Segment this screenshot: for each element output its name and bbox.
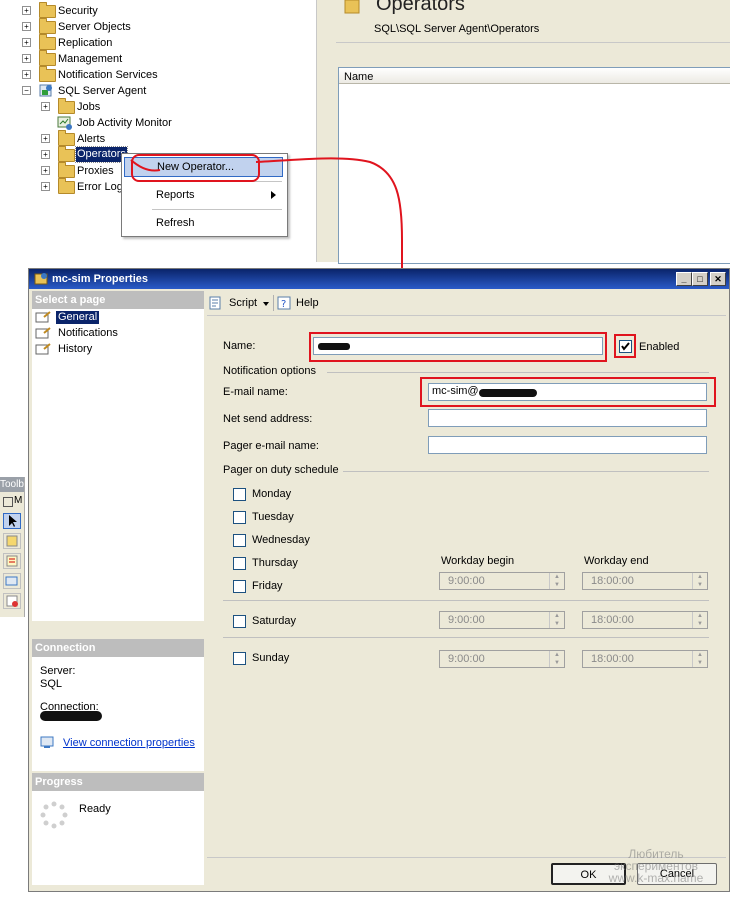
email-label: E-mail name: <box>223 386 288 398</box>
tool-item-icon[interactable] <box>3 573 21 589</box>
dialog-title: mc-sim Properties <box>52 273 148 285</box>
toolbox-panel: Toolb M <box>0 477 25 617</box>
spinner-arrows-icon: ▲ ▼ <box>549 573 564 589</box>
notification-options-label: Notification options <box>223 365 316 377</box>
saturday-divider <box>223 600 709 601</box>
toolbox-tab-label: M <box>14 495 23 506</box>
net-send-input[interactable] <box>428 409 707 427</box>
progress-header: Progress <box>32 773 204 791</box>
sunday-checkbox[interactable] <box>233 652 246 665</box>
page-label: General <box>56 311 100 324</box>
notification-options-rule <box>327 372 709 373</box>
friday-checkbox[interactable] <box>233 580 246 593</box>
spinner-arrows-icon: ▲ ▼ <box>692 612 707 628</box>
page-icon <box>35 311 51 324</box>
workday-begin-label: Workday begin <box>441 555 515 567</box>
toolbar-separator <box>273 295 274 311</box>
sunday-divider <box>223 637 709 638</box>
page-label: Notifications <box>58 327 118 339</box>
operator-properties-dialog: mc-sim Properties _ □ ✕ Select a page Ge… <box>28 268 730 892</box>
dialog-titlebar[interactable]: mc-sim Properties _ □ ✕ <box>29 269 729 289</box>
pager-schedule-label: Pager on duty schedule <box>223 464 339 476</box>
script-icon <box>209 296 225 310</box>
toolbox-tab[interactable]: M <box>0 494 24 508</box>
progress-status: Ready <box>79 803 111 815</box>
spinner-arrows-icon: ▲ ▼ <box>549 651 564 667</box>
toolbox-grid-icon <box>3 497 13 507</box>
annotation-arrow <box>130 157 410 295</box>
friday-label: Friday <box>252 580 283 592</box>
page-icon <box>35 327 51 340</box>
page-icon <box>35 343 51 356</box>
saturday-label: Saturday <box>252 615 297 627</box>
highlight-enabled <box>614 334 636 358</box>
thursday-checkbox[interactable] <box>233 557 246 570</box>
page-label: History <box>58 343 93 355</box>
help-label: Help <box>296 297 319 309</box>
minimize-button[interactable]: _ <box>676 272 692 286</box>
tool-item-icon[interactable] <box>3 593 21 609</box>
weekday-end-time: 18:00:00 ▲ ▼ <box>582 572 708 590</box>
enabled-label: Enabled <box>639 341 680 353</box>
highlight-name <box>309 332 607 362</box>
svg-text:?: ? <box>281 299 286 310</box>
wednesday-label: Wednesday <box>252 534 310 546</box>
pager-email-input[interactable] <box>428 436 707 454</box>
select-page-header: Select a page <box>32 291 204 309</box>
dropdown-arrow-icon <box>263 302 269 306</box>
sunday-begin-time: 9:00:00 ▲ ▼ <box>439 650 565 668</box>
monday-checkbox[interactable] <box>233 488 246 501</box>
highlight-email <box>420 377 716 407</box>
workday-end-label: Workday end <box>584 555 649 567</box>
saturday-checkbox[interactable] <box>233 615 246 628</box>
time-value: 9:00:00 <box>448 653 485 665</box>
server-value: SQL <box>40 678 63 690</box>
time-value: 18:00:00 <box>591 614 634 626</box>
pager-schedule-rule <box>343 471 709 472</box>
dialog-app-icon <box>34 272 48 286</box>
spinner-arrows-icon: ▲ ▼ <box>549 612 564 628</box>
spinner-arrows-icon: ▲ ▼ <box>692 651 707 667</box>
connection-value-redacted <box>40 711 102 721</box>
maximize-button[interactable]: □ <box>692 272 708 286</box>
spinner-arrows-icon: ▲ ▼ <box>692 573 707 589</box>
time-value: 18:00:00 <box>591 653 634 665</box>
sunday-end-time: 18:00:00 ▲ ▼ <box>582 650 708 668</box>
time-value: 18:00:00 <box>591 575 634 587</box>
weekday-begin-time: 9:00:00 ▲ ▼ <box>439 572 565 590</box>
tool-item-icon[interactable] <box>3 553 21 569</box>
close-button[interactable]: ✕ <box>710 272 726 286</box>
net-send-label: Net send address: <box>223 413 313 425</box>
watermark: Любитель экспериментов www.k-max.name <box>592 848 720 884</box>
toolbox-title: Toolb <box>0 477 24 492</box>
saturday-begin-time: 9:00:00 ▲ ▼ <box>439 611 565 629</box>
progress-pane: Progress Ready <box>32 773 204 885</box>
time-value: 9:00:00 <box>448 614 485 626</box>
pager-email-label: Pager e-mail name: <box>223 440 319 452</box>
connection-header: Connection <box>32 639 204 657</box>
thursday-label: Thursday <box>252 557 298 569</box>
tuesday-checkbox[interactable] <box>233 511 246 524</box>
wednesday-checkbox[interactable] <box>233 534 246 547</box>
sunday-label: Sunday <box>252 652 290 664</box>
server-label: Server: <box>40 665 76 677</box>
monday-label: Monday <box>252 488 292 500</box>
watermark-line: www.k-max.name <box>608 871 704 885</box>
connection-pane: Connection Server: SQL Connection: View … <box>32 639 204 771</box>
general-page: Script ? Help Name: Enabled Notification… <box>207 291 726 857</box>
progress-spinner-icon <box>40 801 68 829</box>
time-value: 9:00:00 <box>448 575 485 587</box>
view-connection-properties-link[interactable]: View connection properties <box>63 737 195 749</box>
saturday-end-time: 18:00:00 ▲ ▼ <box>582 611 708 629</box>
connection-properties-icon <box>40 735 56 749</box>
pointer-tool-icon[interactable] <box>3 513 21 529</box>
tuesday-label: Tuesday <box>252 511 294 523</box>
page-selector-pane: Select a page General Notifications Hist… <box>32 291 204 621</box>
script-label: Script <box>229 297 258 309</box>
help-icon: ? <box>277 296 293 310</box>
name-label: Name: <box>223 340 256 352</box>
tool-item-icon[interactable] <box>3 533 21 549</box>
toolbar-divider <box>207 315 726 316</box>
